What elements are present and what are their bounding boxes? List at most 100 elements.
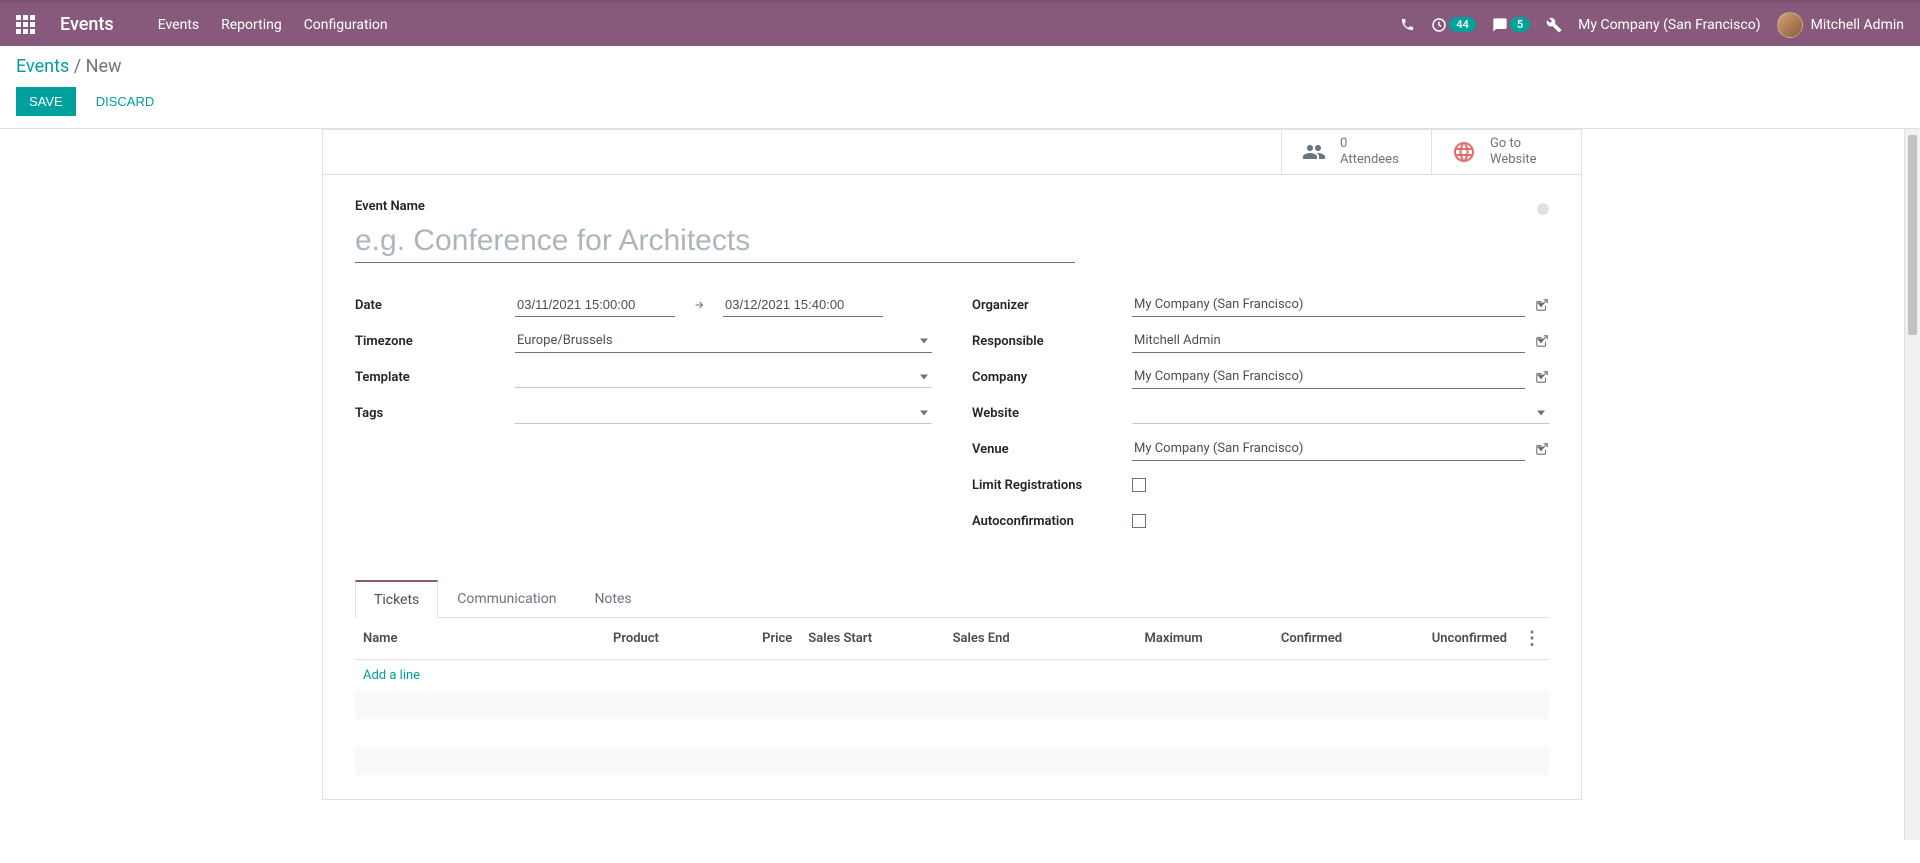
form-sheet: 0 Attendees Go to Website Event Name xyxy=(322,129,1582,800)
date-end-input[interactable] xyxy=(723,293,883,317)
organizer-select[interactable]: My Company (San Francisco) xyxy=(1132,293,1525,317)
messaging-badge: 5 xyxy=(1510,17,1530,32)
table-row xyxy=(355,719,1549,747)
globe-icon xyxy=(1448,136,1480,168)
messaging-icon[interactable]: 5 xyxy=(1492,17,1530,33)
event-name-input[interactable] xyxy=(355,218,1075,263)
organizer-row: Organizer My Company (San Francisco) xyxy=(972,291,1549,319)
template-row: Template xyxy=(355,363,932,391)
autoconfirm-checkbox[interactable] xyxy=(1132,514,1146,528)
form-col-left: Date Timezone Europe/Brussels xyxy=(355,291,932,543)
venue-row: Venue My Company (San Francisco) xyxy=(972,435,1549,463)
date-value xyxy=(515,293,932,317)
limit-checkbox[interactable] xyxy=(1132,478,1146,492)
limit-label: Limit Registrations xyxy=(972,478,1132,493)
attendees-stat-text: 0 Attendees xyxy=(1340,136,1399,167)
tags-label: Tags xyxy=(355,406,515,421)
template-label: Template xyxy=(355,370,515,385)
external-link-icon[interactable] xyxy=(1535,442,1549,456)
template-value xyxy=(515,366,932,388)
responsible-select[interactable]: Mitchell Admin xyxy=(1132,329,1525,353)
nav-menu-configuration[interactable]: Configuration xyxy=(304,17,388,33)
stat-buttons: 0 Attendees Go to Website xyxy=(323,130,1581,175)
save-button[interactable]: SAVE xyxy=(16,87,76,116)
organizer-label: Organizer xyxy=(972,298,1132,313)
scrollbar-thumb[interactable] xyxy=(1908,135,1917,335)
kebab-icon[interactable]: ⋮ xyxy=(1523,628,1541,649)
attendees-icon xyxy=(1298,136,1330,168)
breadcrumb-current: New xyxy=(86,56,122,77)
tags-value xyxy=(515,402,932,424)
col-name: Name xyxy=(355,618,605,660)
limit-row: Limit Registrations xyxy=(972,471,1549,499)
navbar-right: 44 5 My Company (San Francisco) Mitchell… xyxy=(1400,12,1904,38)
timezone-value: Europe/Brussels xyxy=(515,329,932,353)
external-link-icon[interactable] xyxy=(1535,370,1549,384)
responsible-label: Responsible xyxy=(972,334,1132,349)
breadcrumb-separator: / xyxy=(74,56,86,77)
discard-button[interactable]: DISCARD xyxy=(88,87,163,116)
company-label: Company xyxy=(972,370,1132,385)
scrollbar[interactable] xyxy=(1904,129,1920,840)
website-stat-text: Go to Website xyxy=(1490,136,1537,167)
responsible-row: Responsible Mitchell Admin xyxy=(972,327,1549,355)
website-row: Website xyxy=(972,399,1549,427)
external-link-icon[interactable] xyxy=(1535,334,1549,348)
apps-grid-icon[interactable] xyxy=(16,15,36,35)
tags-select[interactable] xyxy=(515,402,932,424)
table-row xyxy=(355,691,1549,719)
top-navbar: Events Events Reporting Configuration 44… xyxy=(0,0,1920,46)
autoconfirm-row: Autoconfirmation xyxy=(972,507,1549,535)
action-buttons: SAVE DISCARD xyxy=(16,87,1904,116)
website-field-label: Website xyxy=(972,406,1132,421)
user-name: Mitchell Admin xyxy=(1811,17,1904,33)
venue-label: Venue xyxy=(972,442,1132,457)
company-value: My Company (San Francisco) xyxy=(1132,365,1549,389)
limit-value xyxy=(1132,478,1549,492)
template-select[interactable] xyxy=(515,366,932,388)
website-stat-button[interactable]: Go to Website xyxy=(1431,130,1581,174)
kanban-status-dot[interactable] xyxy=(1537,203,1549,215)
user-menu[interactable]: Mitchell Admin xyxy=(1777,12,1904,38)
timezone-select[interactable]: Europe/Brussels xyxy=(515,329,932,353)
col-product: Product xyxy=(605,618,717,660)
autoconfirm-label: Autoconfirmation xyxy=(972,514,1132,529)
tab-communication[interactable]: Communication xyxy=(438,580,575,618)
form-body: Event Name Date xyxy=(323,175,1581,799)
app-title: Events xyxy=(60,14,114,35)
timezone-label: Timezone xyxy=(355,334,515,349)
company-selector[interactable]: My Company (San Francisco) xyxy=(1578,17,1760,33)
external-link-icon[interactable] xyxy=(1535,298,1549,312)
phone-icon[interactable] xyxy=(1400,17,1415,32)
col-confirmed: Confirmed xyxy=(1211,618,1350,660)
form-col-right: Organizer My Company (San Francisco) Res… xyxy=(972,291,1549,543)
organizer-value: My Company (San Francisco) xyxy=(1132,293,1549,317)
content-wrapper: 0 Attendees Go to Website Event Name xyxy=(0,129,1920,840)
activity-badge: 44 xyxy=(1449,17,1476,32)
date-row: Date xyxy=(355,291,932,319)
date-start-input[interactable] xyxy=(515,293,675,317)
nav-menu-events[interactable]: Events xyxy=(158,17,199,33)
debug-icon[interactable] xyxy=(1546,17,1562,33)
col-unconfirmed: Unconfirmed xyxy=(1350,618,1515,660)
company-select[interactable]: My Company (San Francisco) xyxy=(1132,365,1525,389)
nav-menu-reporting[interactable]: Reporting xyxy=(221,17,282,33)
activity-icon[interactable]: 44 xyxy=(1431,17,1476,33)
autoconfirm-value xyxy=(1132,514,1549,528)
tab-notes[interactable]: Notes xyxy=(575,580,650,618)
tab-content: Name Product Price Sales Start Sales End… xyxy=(355,618,1549,775)
breadcrumb: Events / New xyxy=(16,56,1904,77)
tab-area: Tickets Communication Notes Name Product… xyxy=(355,579,1549,775)
breadcrumb-root[interactable]: Events xyxy=(16,56,69,77)
arrow-right-icon xyxy=(691,299,707,311)
navbar-left: Events Events Reporting Configuration xyxy=(16,14,388,35)
ticket-table: Name Product Price Sales Start Sales End… xyxy=(355,618,1549,775)
venue-select[interactable]: My Company (San Francisco) xyxy=(1132,437,1525,461)
website-select[interactable] xyxy=(1132,402,1549,424)
website-value xyxy=(1132,402,1549,424)
tab-tickets[interactable]: Tickets xyxy=(355,580,438,618)
website-line2: Website xyxy=(1490,152,1537,168)
add-line-link[interactable]: Add a line xyxy=(363,668,420,683)
attendees-stat-button[interactable]: 0 Attendees xyxy=(1281,130,1431,174)
form-grid: Date Timezone Europe/Brussels xyxy=(355,291,1549,543)
